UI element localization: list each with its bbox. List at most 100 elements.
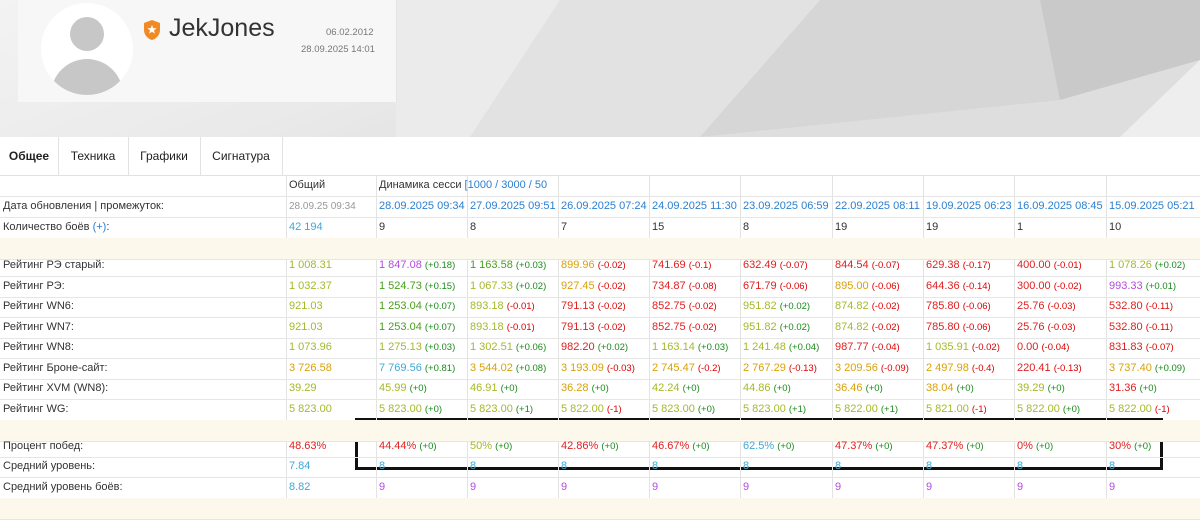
rating-overall: 1 008.31	[289, 259, 332, 271]
rating-value: 3 209.56	[835, 361, 881, 374]
session-date-link[interactable]: 27.09.2025 09:51	[470, 200, 556, 212]
header-dynamics: Динамика сесси [1000 / 3000 / 50	[376, 175, 566, 196]
rating-value: 5 822.00	[561, 402, 607, 415]
avg-battle-level-value: 9	[743, 481, 750, 493]
overall-cell: 3 726.58	[286, 358, 377, 379]
rating-delta: (-0.07)	[871, 260, 900, 271]
rating-value: 982.20	[561, 341, 598, 353]
battles-plus-link[interactable]: (+)	[93, 221, 107, 233]
tab-charts[interactable]: Графики	[128, 137, 201, 175]
tab-vehicles[interactable]: Техника	[58, 137, 129, 175]
winrate-value: 47.37%	[835, 440, 876, 452]
rating-delta: (+0)	[956, 383, 974, 394]
rating-value: 5 823.00	[379, 402, 425, 415]
rating-cell: 5 823.00 (+1)	[467, 399, 558, 420]
row-label: Рейтинг РЭ:	[0, 276, 286, 297]
header-dynamics-label: Динамика сесси	[379, 179, 465, 191]
rating-delta: (-0.06)	[871, 280, 900, 292]
session-date-link[interactable]: 24.09.2025 11:30	[652, 200, 737, 212]
avg-battle-level-cell: 9	[376, 477, 467, 498]
rating-cell: 38.04 (+0)	[923, 378, 1014, 399]
avg-level-cell: 8	[558, 456, 649, 477]
winrate-cell: 44.44% (+0)	[376, 436, 467, 457]
rating-cell: 2 745.47 (-0.2)	[649, 358, 740, 379]
date-cell: 27.09.2025 09:51	[467, 196, 558, 217]
row-label: Рейтинг XVM (WN8):	[0, 378, 286, 399]
rating-cell: 987.77 (-0.04)	[832, 337, 923, 358]
winrate-value: 62.5%	[743, 440, 778, 452]
rating-value: 951.82	[743, 320, 780, 333]
rating-value: 220.41	[1017, 361, 1054, 374]
rating-delta: (-0.02)	[871, 321, 900, 333]
rating-value: 1 035.91	[926, 341, 972, 353]
date-cell: 16.09.2025 08:45	[1014, 196, 1105, 217]
date-cell: 28.09.2025 09:34	[376, 196, 467, 217]
rating-cell: 874.82 (-0.02)	[832, 296, 923, 317]
avg-battle-level-cell: 9	[740, 477, 831, 498]
rating-value: 3 193.09	[561, 361, 607, 374]
tab-general[interactable]: Общее	[0, 137, 59, 175]
overall-cell: 921.03	[286, 317, 377, 338]
rating-value: 532.80	[1109, 320, 1146, 333]
rating-cell: 5 822.00 (+0)	[1014, 399, 1105, 420]
header-dynamics-link[interactable]: [1000 / 3000 / 50	[465, 179, 548, 191]
row-label: Средний уровень боёв:	[0, 477, 286, 498]
tab-signature[interactable]: Сигнатура	[200, 137, 283, 175]
rating-cell: 400.00 (-0.01)	[1014, 255, 1105, 276]
rating-delta: (-0.06)	[962, 301, 991, 312]
winrate-cell: 47.37% (+0)	[923, 436, 1014, 457]
rating-cell: 1 163.58 (+0.03)	[467, 255, 558, 276]
rating-row-label: Рейтинг Броне-сайт:	[3, 361, 108, 374]
rating-cell: 741.69 (-0.1)	[649, 255, 740, 276]
rating-cell: 1 302.51 (+0.06)	[467, 337, 558, 358]
rating-delta: (-0.02)	[597, 321, 626, 333]
rating-delta: (-0.02)	[971, 342, 1000, 353]
row-label: Количество боёв (+):	[0, 217, 286, 238]
rating-delta: (-0.1)	[688, 260, 712, 271]
rating-delta: (+0.02)	[1154, 260, 1186, 271]
rating-row-label: Рейтинг WN7:	[3, 320, 74, 333]
avg-battle-level-row: Средний уровень боёв: 8.82 9 9 9 9 9 9 9 9 9	[0, 477, 1200, 499]
rating-delta: (-0.04)	[1041, 342, 1070, 353]
rating-delta: (-1)	[606, 403, 622, 415]
session-date-link[interactable]: 22.09.2025 08:11	[835, 200, 920, 212]
rating-value: 831.83	[1109, 341, 1146, 353]
session-date-link[interactable]: 23.09.2025 06:59	[743, 200, 829, 212]
avg-level-cell: 8	[649, 456, 740, 477]
rating-cell: 2 497.98 (-0.4)	[923, 358, 1014, 379]
rating-overall: 921.03	[289, 300, 323, 312]
rating-delta: (-0.17)	[962, 260, 991, 271]
rating-cell: 31.36 (+0)	[1106, 378, 1197, 399]
avg-level-value: 8	[743, 460, 750, 472]
winrate-cell: 46.67% (+0)	[649, 436, 740, 457]
battles-value: 19	[835, 221, 848, 233]
session-date-link[interactable]: 16.09.2025 08:45	[1017, 200, 1103, 212]
battles-row-label: Количество боёв	[3, 221, 93, 233]
row-label: Рейтинг РЭ старый:	[0, 255, 286, 276]
session-date-link[interactable]: 26.09.2025 07:24	[561, 200, 647, 212]
row-label: Рейтинг WN8:	[0, 337, 286, 358]
rating-value: 300.00	[1017, 279, 1054, 292]
rating-row: Рейтинг РЭ: 1 032.37 1 524.73 (+0.15) 1 067…	[0, 276, 1200, 298]
rating-value: 39.29	[1017, 382, 1048, 394]
rating-delta: (-0.09)	[880, 362, 909, 374]
winrate-delta: (+0)	[419, 441, 437, 452]
winrate-value: 50%	[470, 440, 496, 452]
session-date-link[interactable]: 15.09.2025 05:21	[1109, 200, 1195, 212]
rating-value: 993.33	[1109, 279, 1146, 292]
rating-cell: 7 769.56 (+0.81)	[376, 358, 467, 379]
rating-row: Рейтинг XVM (WN8): 39.29 45.99 (+0) 46.91 (…	[0, 378, 1200, 400]
battles-value: 10	[1109, 221, 1122, 233]
row-label: Рейтинг WG:	[0, 399, 286, 420]
rating-value: 38.04	[926, 382, 957, 394]
battles-value: 7	[561, 221, 568, 233]
session-date-link[interactable]: 19.09.2025 06:23	[926, 200, 1012, 212]
rating-delta: (-0.04)	[871, 342, 900, 353]
rating-cell: 44.86 (+0)	[740, 378, 831, 399]
session-date-link[interactable]: 28.09.2025 09:34	[379, 200, 465, 212]
rating-delta: (-0.01)	[506, 321, 535, 333]
battles-cell: 10	[1106, 217, 1197, 238]
avatar	[41, 3, 133, 95]
rating-cell: 5 823.00 (+0)	[649, 399, 740, 420]
battles-count-row: Количество боёв (+): 42 194 9 8 7 15 8 19 19 1 10	[0, 217, 1200, 239]
